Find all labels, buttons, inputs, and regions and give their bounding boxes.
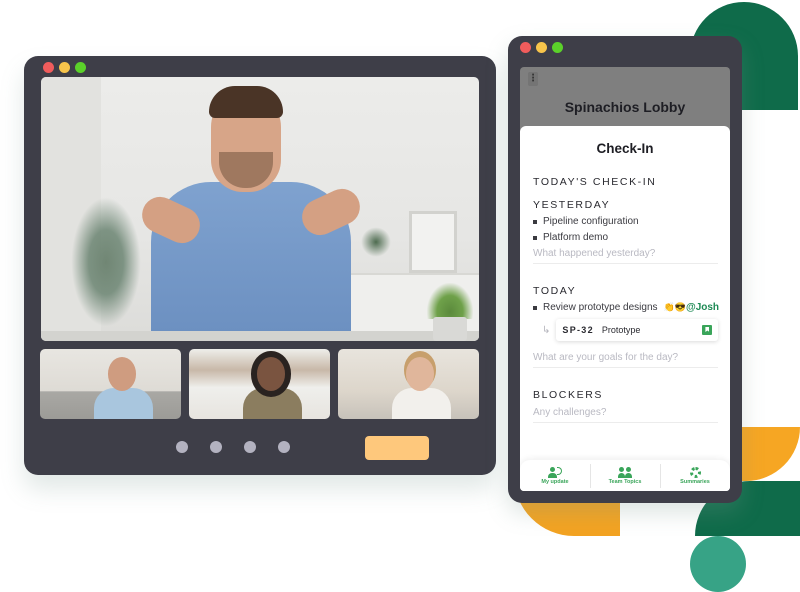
desk-vase bbox=[433, 317, 467, 341]
bullet-icon bbox=[533, 305, 537, 310]
sub-item-arrow-icon: ↳ bbox=[542, 324, 551, 336]
participant-thumbnail[interactable] bbox=[40, 349, 181, 419]
section-title: TODAY'S CHECK-IN bbox=[533, 176, 657, 188]
tab-summaries[interactable]: Summaries bbox=[660, 460, 730, 491]
maximize-window-button[interactable] bbox=[552, 42, 563, 53]
person-speaking-icon bbox=[548, 467, 562, 478]
close-window-button[interactable] bbox=[43, 62, 54, 73]
lobby-title: Spinachios Lobby bbox=[564, 99, 686, 115]
tab-team-topics[interactable]: Team Topics bbox=[590, 460, 660, 491]
yesterday-input[interactable]: What happened yesterday? bbox=[533, 248, 718, 264]
window-controls bbox=[520, 42, 563, 53]
participant-thumbnail[interactable] bbox=[338, 349, 479, 419]
participant-thumbnail[interactable] bbox=[189, 349, 330, 419]
bottom-tab-bar: My update Team Topics Summaries bbox=[520, 460, 730, 491]
desk bbox=[41, 331, 479, 341]
checkin-app-window: ⋮ Spinachios Lobby Check-In TODAY'S CHEC… bbox=[508, 36, 742, 503]
today-input[interactable]: What are your goals for the day? bbox=[533, 352, 718, 368]
tab-my-update[interactable]: My update bbox=[520, 460, 590, 491]
presenter-figure bbox=[136, 82, 366, 341]
minimize-window-button[interactable] bbox=[536, 42, 547, 53]
call-control-button[interactable] bbox=[176, 441, 188, 453]
linked-ticket[interactable]: SP-32 Prototype bbox=[556, 319, 719, 341]
participant-thumbnails bbox=[40, 349, 479, 419]
bullet-icon bbox=[533, 235, 537, 240]
call-control-button[interactable] bbox=[278, 441, 290, 453]
today-item: Review prototype designs 👏😎 @Josh bbox=[533, 302, 719, 313]
sheet-title: Check-In bbox=[596, 141, 654, 156]
yesterday-item: Pipeline configuration bbox=[533, 216, 639, 227]
window-controls bbox=[43, 62, 86, 73]
linked-ticket-row: ↳ SP-32 Prototype bbox=[542, 319, 719, 341]
ticket-id: SP-32 bbox=[562, 325, 594, 335]
kebab-menu-icon[interactable]: ⋮ bbox=[528, 72, 538, 86]
background-small-plant bbox=[361, 227, 391, 257]
today-label: TODAY bbox=[533, 285, 577, 297]
background-picture-frame bbox=[409, 211, 457, 273]
emoji-icons: 👏😎 bbox=[663, 302, 686, 312]
call-action-button[interactable] bbox=[365, 436, 429, 460]
call-control-button[interactable] bbox=[244, 441, 256, 453]
bullet-icon bbox=[533, 219, 537, 224]
call-control-button[interactable] bbox=[210, 441, 222, 453]
tab-label: Summaries bbox=[680, 479, 710, 485]
minimize-window-button[interactable] bbox=[59, 62, 70, 73]
bookmark-icon bbox=[702, 325, 713, 335]
call-controls bbox=[176, 441, 290, 453]
video-call-window bbox=[24, 56, 496, 475]
ticket-title: Prototype bbox=[601, 325, 641, 335]
app-screen: ⋮ Spinachios Lobby Check-In TODAY'S CHEC… bbox=[520, 67, 730, 491]
maximize-window-button[interactable] bbox=[75, 62, 86, 73]
team-icon bbox=[618, 467, 632, 478]
blockers-input[interactable]: Any challenges? bbox=[533, 407, 718, 423]
blockers-label: BLOCKERS bbox=[533, 389, 603, 401]
desk-plant bbox=[427, 283, 473, 319]
decor-teal-circle bbox=[690, 536, 746, 592]
yesterday-item: Platform demo bbox=[533, 232, 608, 243]
user-mention[interactable]: @Josh bbox=[686, 302, 719, 313]
tab-label: Team Topics bbox=[608, 479, 642, 485]
summary-ring-icon bbox=[688, 467, 702, 478]
background-plant bbox=[71, 197, 141, 327]
main-video-feed bbox=[41, 77, 479, 341]
close-window-button[interactable] bbox=[520, 42, 531, 53]
lobby-header: ⋮ Spinachios Lobby bbox=[520, 67, 730, 126]
tab-label: My update bbox=[541, 479, 569, 485]
yesterday-label: YESTERDAY bbox=[533, 199, 611, 211]
checkin-sheet: Check-In TODAY'S CHECK-IN YESTERDAY Pipe… bbox=[520, 126, 730, 491]
